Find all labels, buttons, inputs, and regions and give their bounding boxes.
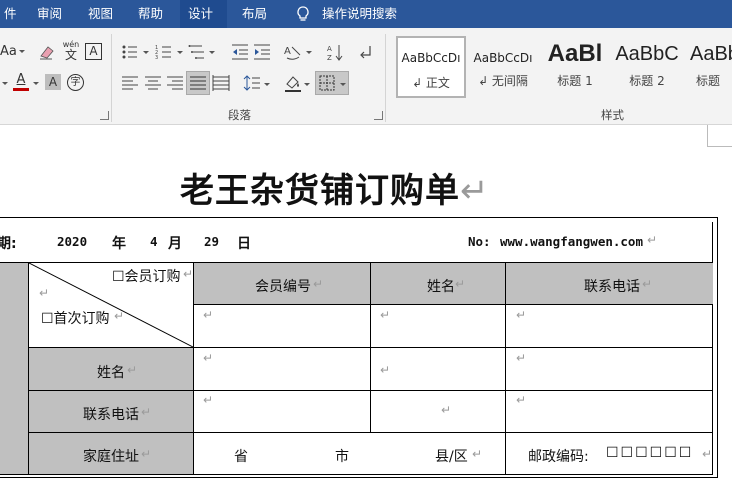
order-form-table: 期: 2020 年 4 月 29 日 No: www.wangfangwen.c… (0, 217, 718, 478)
group-separator (385, 34, 386, 122)
align-right-icon[interactable] (166, 74, 184, 92)
sort-icon[interactable]: AZ (327, 43, 345, 61)
increase-indent-icon[interactable] (253, 43, 271, 61)
style-heading-2[interactable]: AaBbC 标题 2 (612, 36, 682, 98)
order-form-inner-table: 期: 2020 年 4 月 29 日 No: www.wangfangwen.c… (0, 222, 713, 475)
year-unit: 年 (112, 236, 126, 252)
name-right-cell[interactable]: ↵ (516, 351, 526, 365)
tell-me-search[interactable]: 操作说明搜索 (314, 0, 405, 28)
paragraph-dialog-launcher[interactable] (374, 111, 383, 120)
decrease-indent-icon[interactable] (231, 43, 249, 61)
row-label-name: 姓名 (97, 365, 125, 381)
group-separator (111, 34, 112, 122)
justify-icon (190, 76, 206, 90)
tab-review[interactable]: 审阅 (29, 0, 70, 28)
asian-layout-icon[interactable]: A (284, 43, 302, 61)
borders-icon (319, 75, 335, 91)
multilevel-list-dropdown[interactable] (209, 51, 215, 54)
address-province: 省 (234, 449, 248, 465)
document-title: 老王杂货铺订购单↵ (180, 171, 490, 211)
line-spacing-dropdown[interactable] (264, 83, 270, 86)
phonetic-guide-button[interactable]: wén 文 (62, 41, 80, 62)
order-no-label: No: (468, 234, 491, 249)
tab-file[interactable]: 件 (0, 0, 25, 28)
postcode-label: 邮政编码: (528, 449, 589, 465)
bullets-dropdown[interactable] (143, 51, 149, 54)
left-margin-column (0, 262, 28, 474)
tab-layout[interactable]: 布局 (234, 0, 275, 28)
font-color-button[interactable]: A (13, 73, 29, 91)
empty-cell-phone[interactable]: ↵ (516, 308, 526, 322)
name-extra-cell[interactable]: ↵ (380, 363, 390, 377)
line-spacing-icon[interactable] (243, 74, 261, 92)
style-normal[interactable]: AaBbCcDı ↲ 正文 (396, 36, 466, 98)
bullets-icon[interactable] (121, 43, 139, 61)
svg-text:Z: Z (327, 54, 332, 61)
name-value-cell[interactable]: ↵ (203, 351, 213, 365)
header-member-no: 会员编号 (255, 279, 311, 295)
empty-cell-name[interactable]: ↵ (380, 308, 390, 322)
phone-right-cell[interactable]: ↵ (516, 393, 526, 407)
highlight-dropdown[interactable] (2, 82, 8, 85)
style-no-spacing[interactable]: AaBbCcDı ↲ 无间隔 (468, 36, 538, 98)
row-label-address: 家庭住址 (83, 449, 139, 465)
ribbon: Aa wén 文 A A A 字 123 A A Z 段落 AaBbCcDı ↲… (0, 28, 732, 125)
enclose-characters-button[interactable]: 字 (67, 74, 84, 91)
borders-dropdown (340, 83, 346, 86)
margin-corner-mark (707, 125, 732, 147)
font-color-dropdown[interactable] (33, 82, 39, 85)
lightbulb-icon (297, 6, 309, 21)
svg-text:A: A (327, 45, 332, 53)
shading-dropdown[interactable] (304, 83, 310, 86)
align-center-icon[interactable] (144, 74, 162, 92)
clear-formatting-icon[interactable] (38, 43, 56, 61)
phone-value-cell[interactable]: ↵ (203, 393, 213, 407)
asian-layout-dropdown[interactable] (306, 51, 312, 54)
character-border-button[interactable]: A (85, 43, 102, 60)
multilevel-list-icon[interactable] (188, 43, 206, 61)
document-page[interactable]: 老王杂货铺订购单↵ 期: 2020 年 4 月 29 日 No: www.wan… (0, 125, 732, 486)
row-label-phone: 联系电话 (83, 407, 139, 423)
date-month: 4 (150, 234, 158, 249)
show-paragraph-marks-icon[interactable] (358, 43, 376, 61)
postcode-boxes[interactable]: ☐☐☐☐☐☐ (606, 445, 693, 461)
empty-cell-member-no[interactable]: ↵ (203, 308, 213, 322)
tab-help[interactable]: 帮助 (130, 0, 171, 28)
style-title[interactable]: AaBb 标题 (684, 36, 732, 98)
distributed-icon[interactable] (212, 74, 230, 92)
svg-text:3: 3 (155, 55, 158, 61)
borders-button[interactable] (315, 71, 349, 95)
address-county: 县/区 (435, 449, 468, 465)
phone-extra-cell[interactable]: ↵ (441, 403, 451, 417)
style-heading-1[interactable]: AaBl 标题 1 (540, 36, 610, 98)
numbering-icon[interactable]: 123 (155, 43, 173, 61)
ribbon-tab-bar: 件 审阅 视图 帮助 设计 布局 操作说明搜索 (0, 0, 732, 28)
date-label: 期: (0, 236, 17, 252)
website-text: www.wangfangwen.com (500, 234, 643, 249)
character-shading-button[interactable]: A (45, 74, 61, 90)
numbering-dropdown[interactable] (177, 51, 183, 54)
justify-button[interactable] (186, 71, 210, 95)
header-name: 姓名 (427, 279, 455, 295)
svg-text:A: A (284, 46, 291, 57)
change-case-button[interactable]: Aa (0, 44, 25, 59)
font-dialog-launcher[interactable] (100, 111, 109, 120)
shading-icon[interactable] (284, 74, 302, 92)
align-left-icon[interactable] (121, 74, 139, 92)
member-order-checkbox[interactable]: ☐会员订购 (112, 266, 181, 286)
month-unit: 月 (168, 236, 182, 252)
tab-view[interactable]: 视图 (80, 0, 121, 28)
styles-gallery: AaBbCcDı ↲ 正文 AaBbCcDı ↲ 无间隔 AaBl 标题 1 A… (394, 36, 732, 98)
date-year: 2020 (57, 234, 88, 249)
first-order-checkbox[interactable]: ☐首次订购 (41, 308, 110, 328)
styles-group-label: 样式 (601, 108, 624, 122)
day-unit: 日 (237, 236, 251, 252)
font-color-bar (13, 88, 29, 91)
address-city: 市 (335, 449, 349, 465)
paragraph-group-label: 段落 (228, 108, 251, 122)
date-day: 29 (204, 234, 220, 249)
tab-design[interactable]: 设计 (180, 0, 227, 28)
header-phone: 联系电话 (584, 279, 640, 295)
